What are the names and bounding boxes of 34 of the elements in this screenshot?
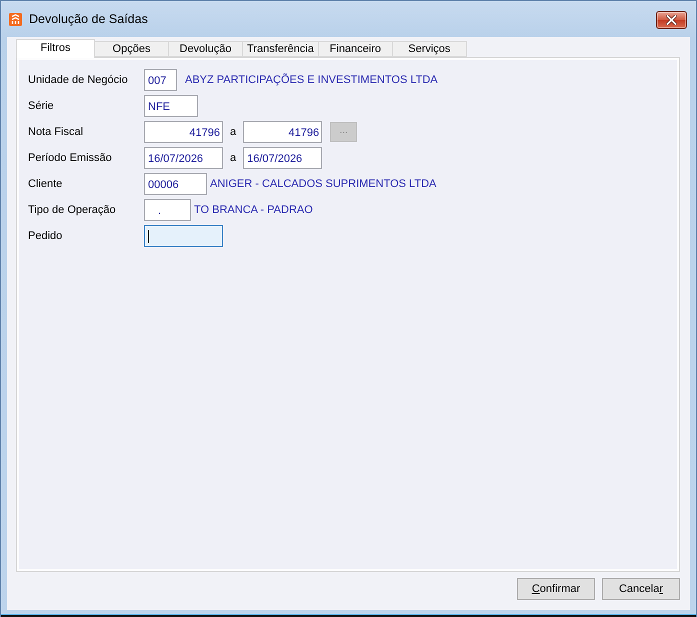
code-field[interactable]: . bbox=[144, 199, 191, 221]
description-label: ANIGER - CALCADOS SUPRIMENTOS LTDA bbox=[210, 178, 436, 190]
field-label: Cliente bbox=[28, 178, 62, 190]
window-title: Devolução de Saídas bbox=[29, 12, 148, 26]
confirm-button[interactable]: Confirmar bbox=[517, 578, 595, 600]
cancel-button[interactable]: Cancelar bbox=[602, 578, 680, 600]
description-label: TO BRANCA - PADRAO bbox=[194, 204, 313, 216]
app-logo-icon bbox=[9, 12, 22, 26]
input-field[interactable] bbox=[144, 225, 223, 247]
text-cursor-icon bbox=[148, 230, 149, 243]
close-button[interactable] bbox=[656, 11, 687, 29]
field-label: Nota Fiscal bbox=[28, 126, 84, 138]
range-end-field[interactable]: 16/07/2026 bbox=[243, 147, 322, 169]
range-separator: a bbox=[230, 126, 236, 138]
input-field[interactable]: NFE bbox=[144, 95, 198, 117]
tab[interactable]: Financeiro bbox=[318, 41, 393, 57]
field-label: Período Emissão bbox=[28, 152, 112, 164]
tab[interactable]: Filtros bbox=[16, 39, 95, 58]
field-label: Pedido bbox=[28, 230, 62, 242]
range-separator: a bbox=[230, 152, 236, 164]
field-label: Unidade de Negócio bbox=[28, 74, 128, 86]
code-field[interactable]: 007 bbox=[144, 69, 177, 91]
tab[interactable]: Serviços bbox=[392, 41, 467, 57]
tab[interactable]: Transferência bbox=[242, 41, 319, 57]
tab[interactable]: Opções bbox=[94, 41, 169, 57]
range-end-field[interactable]: 41796 bbox=[243, 121, 322, 143]
tab[interactable]: Devolução bbox=[168, 41, 243, 57]
code-field[interactable]: 00006 bbox=[144, 173, 207, 195]
field-label: Tipo de Operação bbox=[28, 204, 116, 216]
field-label: Série bbox=[28, 100, 54, 112]
description-label: ABYZ PARTICIPAÇÕES E INVESTIMENTOS LTDA bbox=[185, 74, 438, 86]
range-start-field[interactable]: 41796 bbox=[144, 121, 223, 143]
range-start-field[interactable]: 16/07/2026 bbox=[144, 147, 223, 169]
close-icon bbox=[666, 15, 677, 25]
